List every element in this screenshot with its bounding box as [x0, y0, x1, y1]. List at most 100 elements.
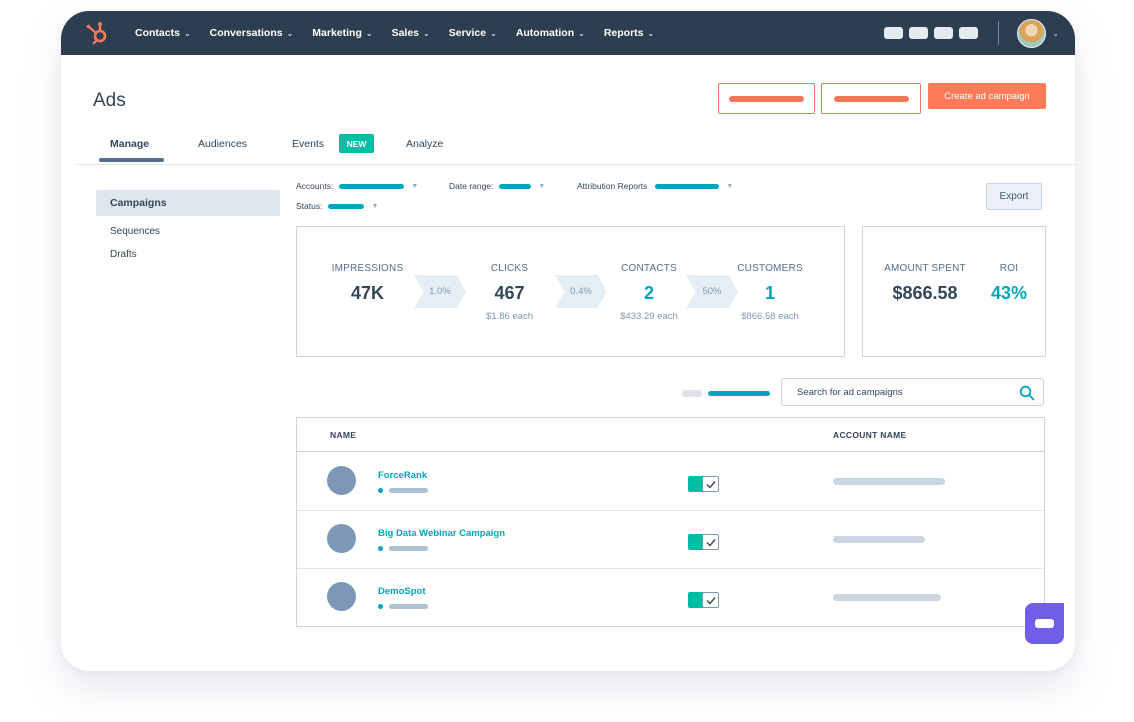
page-title: Ads [93, 90, 126, 111]
table-row: DemoSpot [297, 568, 1044, 626]
filter-date-range[interactable]: Date range: ▼ [449, 181, 545, 191]
table-header: NAME ACCOUNT NAME [297, 418, 1044, 452]
account-name-placeholder [833, 594, 941, 601]
stat-impressions: IMPRESSIONS 47K [325, 263, 410, 304]
dropdown-caret-icon: ▼ [726, 182, 734, 190]
stat-customers: CUSTOMERS 1 $866.58 each [729, 263, 811, 322]
label-placeholder [729, 95, 804, 102]
stat-value: 467 [494, 283, 525, 303]
chevron-down-icon: ⌄ [647, 28, 655, 38]
nav-automation[interactable]: Automation ⌄ [516, 27, 585, 39]
table-row: ForceRank [297, 452, 1044, 511]
toggle-knob [702, 476, 719, 492]
tab-manage[interactable]: Manage [110, 138, 149, 150]
funnel-stats-card: IMPRESSIONS 47K 1.0% CLICKS 467 $1.86 ea… [296, 226, 845, 357]
tab-audiences[interactable]: Audiences [198, 138, 247, 150]
app-window: Contacts ⌄ Conversations ⌄ Marketing ⌄ Sale… [61, 11, 1075, 671]
campaign-toggle[interactable] [688, 592, 719, 608]
nav-label: Contacts [135, 27, 180, 39]
campaign-toggle[interactable] [688, 534, 719, 550]
dropdown-caret-icon: ▼ [538, 182, 546, 190]
nav-label: Automation [515, 27, 575, 39]
filter-value-placeholder [339, 183, 405, 189]
utility-icon-placeholder[interactable] [934, 27, 954, 39]
active-tab-indicator [99, 158, 164, 162]
nav-sales[interactable]: Sales ⌄ [392, 27, 430, 39]
column-header-account-name[interactable]: ACCOUNT NAME [833, 430, 906, 440]
nav-label: Conversations [209, 27, 283, 39]
stat-value: 47K [350, 283, 385, 303]
stat-sub: $433.29 each [620, 311, 678, 322]
stat-value[interactable]: 1 [729, 283, 811, 304]
secondary-action-button[interactable] [718, 83, 815, 114]
toggle-knob [702, 534, 719, 550]
column-header-name[interactable]: NAME [330, 430, 356, 440]
filter-status[interactable]: Status: ▼ [296, 201, 378, 211]
stat-contacts: CONTACTS 2 $433.29 each [608, 263, 690, 322]
checkmark-icon [706, 480, 716, 489]
stat-label: IMPRESSIONS [331, 263, 404, 274]
nav-label: Service [448, 27, 487, 39]
dropdown-caret-icon: ▼ [371, 202, 379, 210]
sidebar-item-drafts[interactable]: Drafts [110, 249, 137, 260]
sidebar-item-campaigns[interactable]: Campaigns [96, 190, 280, 216]
tab-analyze[interactable]: Analyze [406, 138, 443, 150]
sidebar-item-sequences[interactable]: Sequences [110, 226, 160, 237]
search-icon[interactable] [1019, 385, 1035, 401]
avatar[interactable] [1017, 18, 1047, 48]
filter-label: Accounts: [296, 181, 334, 191]
tab-events[interactable]: Events [292, 138, 324, 150]
hubspot-sprocket-icon[interactable] [85, 20, 111, 46]
stat-value[interactable]: 2 [608, 283, 690, 304]
status-text-placeholder [389, 604, 428, 609]
search-box [781, 378, 1044, 406]
stat-amount-spent: AMOUNT SPENT $866.58 [877, 263, 973, 304]
campaign-name-link[interactable]: DemoSpot [378, 586, 426, 597]
campaign-avatar [327, 582, 356, 611]
filter-value-placeholder [328, 203, 365, 209]
chevron-down-icon[interactable]: ⌄ [1052, 29, 1059, 38]
nav-service[interactable]: Service ⌄ [449, 27, 497, 39]
nav-reports[interactable]: Reports ⌄ [604, 27, 654, 39]
stat-sub: $1.86 each [485, 311, 533, 322]
checkmark-icon [706, 538, 716, 547]
chat-widget-button[interactable] [1025, 603, 1064, 644]
campaign-name-link[interactable]: Big Data Webinar Campaign [378, 528, 505, 539]
chevron-down-icon: ⌄ [490, 28, 497, 38]
view-toggle-placeholder[interactable] [682, 390, 702, 397]
nav-contacts[interactable]: Contacts ⌄ [135, 27, 191, 39]
filter-label: Date range: [449, 181, 494, 191]
dropdown-caret-icon: ▼ [411, 182, 419, 190]
secondary-action-button[interactable] [821, 83, 921, 114]
main-menu: Contacts ⌄ Conversations ⌄ Marketing ⌄ Sale… [135, 11, 673, 55]
status-dot [378, 546, 383, 551]
stat-label: CUSTOMERS [737, 263, 803, 274]
create-ad-campaign-button[interactable]: Create ad campaign [928, 83, 1046, 109]
chevron-down-icon: ⌄ [365, 28, 373, 38]
utility-icon-placeholder[interactable] [959, 27, 979, 39]
filter-attribution-reports[interactable]: Attribution Reports ▼ [577, 181, 733, 191]
conversion-rate: 50% [702, 286, 722, 297]
nav-conversations[interactable]: Conversations ⌄ [210, 27, 294, 39]
view-toggle-placeholder[interactable] [708, 391, 770, 396]
stat-sub: $866.58 each [741, 311, 799, 322]
campaign-toggle[interactable] [688, 476, 719, 492]
status-dot [378, 488, 383, 493]
filter-accounts[interactable]: Accounts: ▼ [296, 181, 418, 191]
campaign-avatar [327, 466, 356, 495]
spend-stats-card: AMOUNT SPENT $866.58 ROI 43% [862, 226, 1046, 357]
campaign-name-link[interactable]: ForceRank [378, 470, 427, 481]
utility-icon-placeholder[interactable] [884, 27, 904, 39]
utility-icon-placeholder[interactable] [909, 27, 929, 39]
stat-label: CONTACTS [621, 263, 677, 274]
search-input[interactable] [795, 385, 1019, 399]
filter-label: Attribution Reports [577, 181, 648, 191]
export-button[interactable]: Export [986, 183, 1042, 210]
nav-marketing[interactable]: Marketing ⌄ [312, 27, 372, 39]
nav-utilities: ⌄ [884, 11, 1059, 55]
toggle-knob [702, 592, 719, 608]
stat-value: $866.58 [892, 283, 958, 303]
divider [998, 21, 1000, 45]
status-text-placeholder [389, 546, 428, 551]
conversion-rate: 1.0% [429, 286, 451, 297]
